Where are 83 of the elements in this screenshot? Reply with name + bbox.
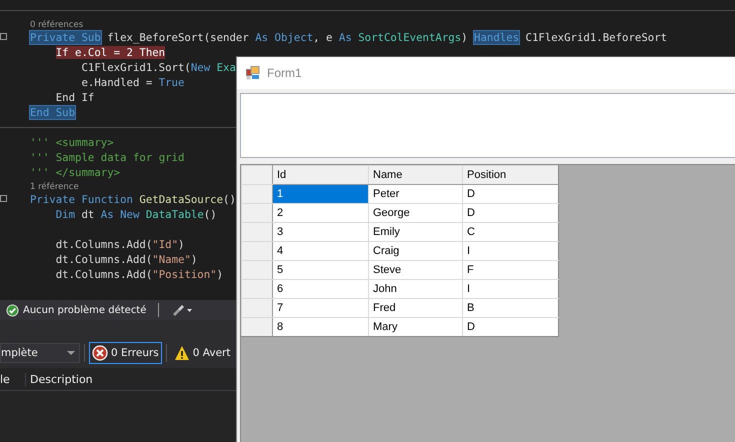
code-text: (): [223, 193, 236, 206]
code-text: dt.Columns.Add(: [56, 238, 152, 251]
table-cell[interactable]: 8: [272, 318, 368, 336]
highlighted-keyword: Handles: [474, 31, 520, 44]
table-cell[interactable]: George: [368, 204, 462, 222]
column-header[interactable]: Description: [26, 372, 93, 386]
table-cell[interactable]: Steve: [368, 260, 462, 280]
column-header[interactable]: Position: [462, 166, 558, 184]
code-string: "Position": [152, 268, 217, 281]
code-text: C1FlexGrid1.Sort(: [81, 61, 191, 74]
table-cell[interactable]: D: [462, 204, 558, 222]
code-text: flex_BeforeSort(sender: [106, 31, 250, 44]
table-cell[interactable]: D: [462, 318, 558, 336]
table-cell[interactable]: Craig: [368, 242, 462, 260]
highlighted-keyword: End Sub: [30, 106, 76, 119]
scope-dropdown[interactable]: mplète: [0, 343, 80, 363]
table-cell[interactable]: 4: [272, 242, 368, 260]
code-comment: ''' Sample data for grid: [30, 151, 184, 164]
code-text: , e: [313, 31, 334, 44]
code-text: C1FlexGrid1.BeforeSort: [524, 31, 668, 44]
code-string: "Id": [152, 238, 178, 251]
reference-count[interactable]: 0 références: [30, 20, 84, 30]
window-title: Form1: [267, 66, 302, 80]
code-text: GetDataSource: [138, 193, 224, 206]
code-comment: ''' <summary>: [30, 136, 114, 149]
table-cell[interactable]: Fred: [368, 298, 462, 318]
code-text: e.Handled =: [81, 76, 154, 89]
table-cell[interactable]: Peter: [368, 184, 462, 204]
code-text: ): [178, 238, 184, 251]
code-text: SortColEventArgs: [357, 31, 462, 44]
table-cell[interactable]: B: [462, 298, 558, 318]
panel-grip[interactable]: [0, 320, 236, 338]
table-cell[interactable]: 6: [272, 280, 368, 298]
column-header[interactable]: le: [0, 372, 26, 386]
table-cell[interactable]: 3: [272, 222, 368, 242]
table-cell[interactable]: 2: [272, 204, 368, 222]
collapse-icon[interactable]: [0, 195, 7, 202]
table-cell[interactable]: Emily: [368, 222, 462, 242]
code-text: As Object: [255, 31, 314, 44]
code-text: dt.Columns.Add(: [56, 268, 152, 281]
table-cell[interactable]: 1: [272, 184, 368, 204]
code-text: New: [190, 61, 210, 74]
warning-icon: [174, 345, 190, 361]
code-text: True: [158, 76, 184, 89]
code-text: ): [216, 268, 224, 281]
code-text: ): [190, 253, 198, 266]
table-cell[interactable]: D: [462, 184, 558, 204]
code-text: As: [338, 31, 352, 44]
table-cell[interactable]: 5: [272, 260, 368, 280]
code-text: Private Function: [30, 193, 133, 206]
row-header[interactable]: [242, 318, 272, 336]
app-icon: [246, 66, 260, 80]
table-cell[interactable]: F: [462, 260, 558, 280]
code-text: dt: [80, 208, 96, 221]
table-cell[interactable]: C: [462, 222, 558, 242]
table-cell[interactable]: John: [368, 280, 462, 298]
reference-count[interactable]: 1 référence: [30, 182, 79, 192]
code-text: ): [461, 31, 469, 44]
data-grid[interactable]: Id Name Position 1 Peter D 2 George D 3 Emily C 4 Craig I 5 Steve F 6 John I 7 Fred B 8 Mary D: [240, 164, 735, 442]
status-message[interactable]: Aucun problème détecté: [23, 304, 146, 316]
highlighted-code: If e.Col = 2 Then: [56, 46, 166, 59]
table-cell[interactable]: I: [462, 242, 558, 260]
highlighted-keyword: Private Sub: [30, 31, 101, 44]
check-icon: [6, 304, 19, 316]
error-icon: [92, 345, 108, 361]
column-header[interactable]: Id: [272, 166, 368, 184]
code-text: DataTable: [144, 208, 204, 221]
collapse-icon[interactable]: [0, 33, 7, 40]
cleanup-button[interactable]: [171, 303, 194, 317]
code-text: As New: [100, 208, 140, 221]
code-text: dt.Columns.Add(: [56, 253, 152, 266]
code-text: End If: [56, 91, 94, 104]
column-header[interactable]: Name: [368, 166, 462, 184]
code-comment: ''' </summary>: [30, 166, 120, 179]
warnings-filter-button[interactable]: 0 Avert: [170, 342, 234, 364]
code-string: "Name": [152, 253, 191, 266]
code-text: (): [204, 208, 217, 221]
code-text: Exa: [216, 61, 236, 74]
table-cell[interactable]: Mary: [368, 318, 462, 336]
table-cell[interactable]: I: [462, 280, 558, 298]
code-text: Dim: [56, 208, 76, 221]
table-cell[interactable]: 7: [272, 298, 368, 318]
errors-filter-button[interactable]: 0 Erreurs: [89, 342, 162, 364]
